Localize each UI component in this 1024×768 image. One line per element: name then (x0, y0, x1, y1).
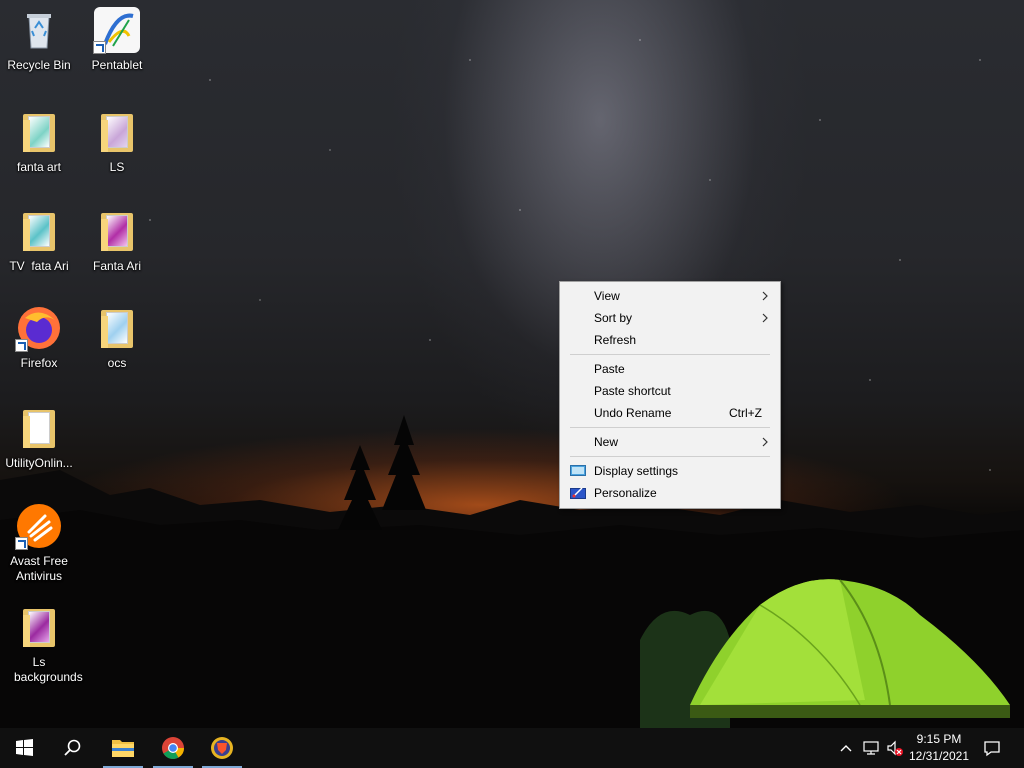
search-button[interactable] (48, 728, 96, 768)
menu-item-label: Personalize (594, 486, 657, 500)
chrome-icon (162, 737, 184, 759)
desktop-icon-utilityonline[interactable]: UtilityOnlin... (0, 404, 78, 471)
menu-item-new[interactable]: New (560, 431, 780, 453)
menu-item-display-settings[interactable]: Display settings (560, 460, 780, 482)
clock-date: 12/31/2021 (908, 749, 970, 763)
folder-icon (93, 304, 141, 352)
recycle-bin-icon (15, 6, 63, 54)
notification-center-icon[interactable] (982, 738, 1002, 758)
search-icon (64, 739, 81, 756)
taskbar-clock[interactable]: 9:15 PM 12/31/2021 (904, 731, 974, 765)
menu-item-label: Refresh (594, 333, 637, 347)
display-settings-icon (570, 465, 586, 476)
desktop-context-menu: View Sort by Refresh Paste Paste shortcu… (559, 281, 781, 509)
taskbar-brave[interactable] (198, 728, 246, 768)
menu-item-personalize[interactable]: Personalize (560, 482, 780, 504)
menu-item-label: Paste shortcut (594, 384, 671, 398)
shortcut-arrow-icon (93, 41, 106, 54)
desktop-icon-firefox[interactable]: Firefox (0, 304, 78, 371)
folder-icon (93, 108, 141, 156)
desktop-icon-label: UtilityOnlin... (5, 456, 73, 470)
folder-icon (15, 207, 63, 255)
menu-item-undo-rename[interactable]: Undo Rename Ctrl+Z (560, 402, 780, 424)
desktop-icon-label: Avast Free Antivirus (10, 554, 68, 583)
chevron-right-icon (762, 437, 768, 447)
desktop-icon-label: Firefox (20, 356, 58, 370)
chevron-right-icon (762, 291, 768, 301)
start-button[interactable] (0, 728, 48, 768)
desktop-icon-label: Ls backgrounds (14, 655, 83, 684)
personalize-icon (570, 487, 586, 499)
menu-item-paste[interactable]: Paste (560, 358, 780, 380)
menu-item-view[interactable]: View (560, 285, 780, 307)
menu-item-label: Sort by (594, 311, 633, 325)
menu-item-shortcut: Ctrl+Z (729, 406, 762, 420)
desktop-icon-ls-backgrounds[interactable]: Ls backgrounds (0, 603, 83, 685)
desktop-icon-label: Pentablet (91, 58, 143, 72)
folder-icon (15, 108, 63, 156)
desktop-icon-label: LS (109, 160, 125, 174)
desktop-icon-ocs[interactable]: ocs (78, 304, 156, 371)
desktop-icon-label: ocs (107, 356, 127, 370)
desktop-icon-pentablet[interactable]: Pentablet (78, 6, 156, 73)
firefox-icon (15, 304, 63, 352)
volume-muted-icon[interactable] (885, 738, 905, 758)
shortcut-arrow-icon (15, 537, 28, 550)
desktop-icon-label: Fanta Ari (92, 259, 142, 273)
menu-item-sort-by[interactable]: Sort by (560, 307, 780, 329)
folder-icon (15, 603, 63, 651)
menu-separator (570, 456, 770, 457)
menu-item-label: New (594, 435, 619, 449)
avast-icon (15, 502, 63, 550)
desktop-icon-ls[interactable]: LS (78, 108, 156, 175)
menu-item-label: View (594, 289, 620, 303)
menu-item-label: Display settings (594, 464, 679, 478)
taskbar-file-explorer[interactable] (99, 728, 147, 768)
desktop-icon-label: TV fata Ari (9, 259, 69, 273)
menu-item-refresh[interactable]: Refresh (560, 329, 780, 351)
pentablet-app-icon (93, 6, 141, 54)
desktop-icon-recycle-bin[interactable]: Recycle Bin (0, 6, 78, 73)
desktop-icon-tv-fata-ari[interactable]: TV fata Ari (0, 207, 78, 274)
shortcut-arrow-icon (15, 339, 28, 352)
menu-item-label: Undo Rename (594, 406, 672, 420)
menu-item-label: Paste (594, 362, 625, 376)
desktop-icon-label: Recycle Bin (7, 58, 71, 72)
folder-icon (93, 207, 141, 255)
chevron-right-icon (762, 313, 768, 323)
menu-separator (570, 354, 770, 355)
menu-item-paste-shortcut[interactable]: Paste shortcut (560, 380, 780, 402)
desktop-icon-avast[interactable]: Avast Free Antivirus (0, 502, 78, 584)
brave-icon (211, 737, 233, 759)
taskbar: 9:15 PM 12/31/2021 (0, 728, 1024, 768)
desktop-icon-fanta-art[interactable]: fanta art (0, 108, 78, 175)
chevron-up-icon[interactable] (836, 738, 856, 758)
menu-separator (570, 427, 770, 428)
desktop-icon-label: fanta art (16, 160, 62, 174)
network-icon[interactable] (861, 738, 881, 758)
file-explorer-icon (112, 740, 134, 757)
windows-start-icon (16, 739, 33, 756)
folder-icon (15, 404, 63, 452)
taskbar-chrome[interactable] (149, 728, 197, 768)
desktop-icon-fanta-ari[interactable]: Fanta Ari (78, 207, 156, 274)
clock-time: 9:15 PM (916, 732, 962, 746)
